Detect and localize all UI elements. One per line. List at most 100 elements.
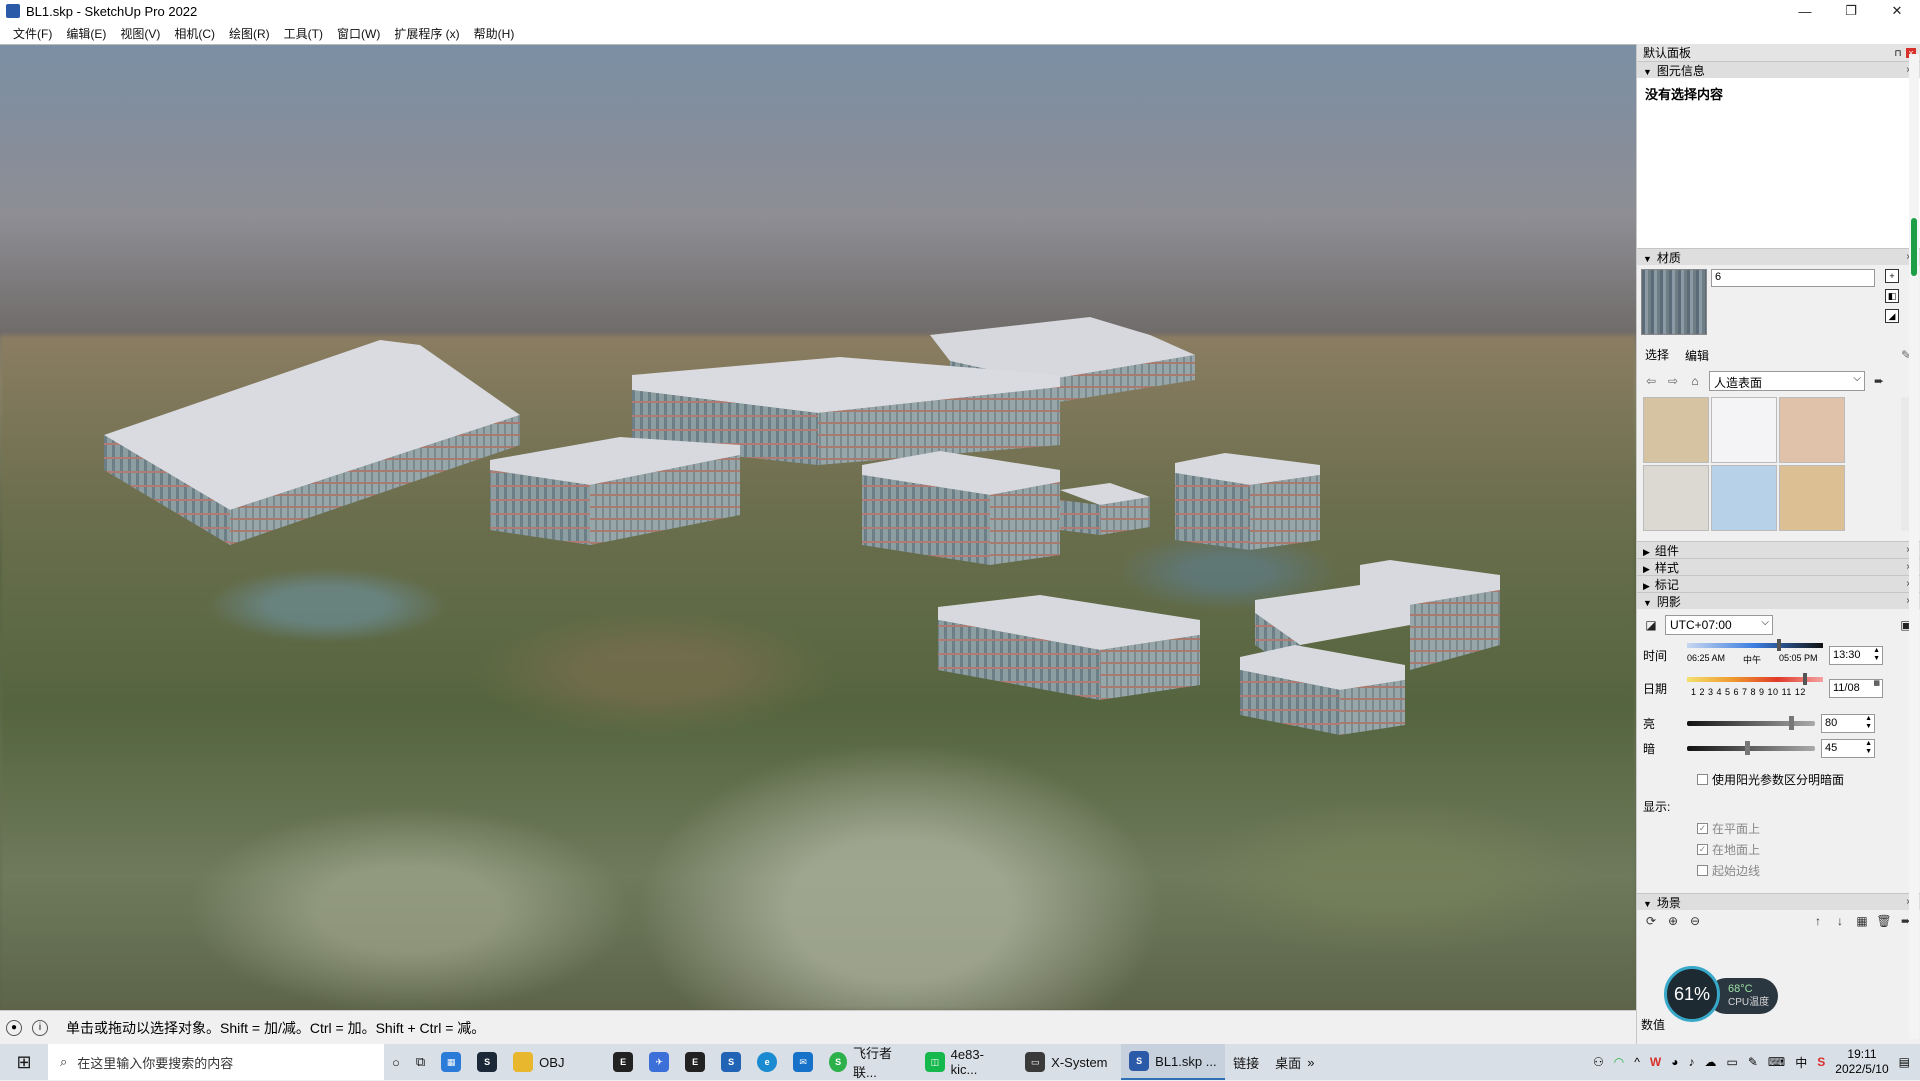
components-header[interactable]: ▶组件 ×	[1637, 541, 1920, 558]
menu-extensions[interactable]: 扩展程序 (x)	[387, 25, 466, 42]
material-swatch[interactable]	[1643, 465, 1709, 531]
material-collection-select[interactable]: 人造表面 ⌵	[1709, 371, 1865, 391]
dark-input[interactable]: 45 ▲ ▼	[1821, 739, 1875, 758]
info-icon[interactable]: i	[32, 1019, 48, 1036]
menu-help[interactable]: 帮助(H)	[467, 25, 522, 42]
chevron-up-icon[interactable]: ^	[1634, 1055, 1640, 1069]
delete-icon[interactable]: 🗑	[1876, 913, 1892, 929]
windows-start-icon[interactable]: ⊞	[0, 1044, 48, 1080]
maximize-button[interactable]: ❐	[1828, 0, 1874, 22]
steam-icon[interactable]: S	[469, 1044, 505, 1080]
calendar-icon[interactable]: ▦	[1873, 680, 1880, 688]
pen-icon[interactable]: ✎	[1748, 1055, 1758, 1069]
minimize-button[interactable]: —	[1782, 0, 1828, 22]
taskbar-app-feixingzhe[interactable]: S 飞行者联...	[821, 1044, 917, 1080]
wps-icon[interactable]: W	[1650, 1055, 1661, 1069]
feather-app-icon[interactable]: ✈	[641, 1044, 677, 1080]
move-down-icon[interactable]: ↓	[1832, 913, 1848, 929]
tray-scroll-thumb[interactable]	[1911, 218, 1917, 276]
volume-icon[interactable]: ♪	[1689, 1055, 1695, 1069]
on-faces-checkbox[interactable]: ✓	[1697, 823, 1708, 834]
menu-file[interactable]: 文件(F)	[6, 25, 59, 42]
block-connector[interactable]	[1060, 483, 1150, 535]
spinner-icon[interactable]: ▲ ▼	[1865, 740, 1872, 756]
shield-app-icon[interactable]: S	[713, 1044, 749, 1080]
materials-header[interactable]: ▼材质 ×	[1637, 248, 1920, 265]
move-up-icon[interactable]: ↑	[1810, 913, 1826, 929]
geo-location-icon[interactable]: ●	[6, 1019, 22, 1036]
dark-slider-thumb[interactable]	[1745, 741, 1750, 755]
epic-games-icon-2[interactable]: E	[677, 1044, 713, 1080]
time-input[interactable]: 13:30 ▲ ▼	[1829, 645, 1883, 665]
material-swatch[interactable]	[1779, 397, 1845, 463]
material-thumbnail[interactable]	[1641, 269, 1707, 335]
create-material-icon[interactable]: +	[1885, 269, 1899, 283]
date-input[interactable]: 11/08 ▦	[1829, 678, 1883, 698]
tray-scrollbar[interactable]	[1909, 54, 1919, 1039]
sample-paint-icon[interactable]: ◢	[1885, 309, 1899, 323]
taskbar-search[interactable]: ⌕ 在这里输入你要搜索的内容	[48, 1044, 384, 1080]
sogou-icon[interactable]: S	[1817, 1055, 1825, 1069]
tab-edit[interactable]: 编辑	[1683, 346, 1711, 365]
forward-arrow-icon[interactable]: ⇨	[1665, 373, 1681, 389]
shadow-toggle-icon[interactable]: ◪	[1643, 617, 1659, 633]
light-slider[interactable]	[1687, 716, 1815, 730]
time-slider-thumb[interactable]	[1777, 639, 1781, 651]
wifi-icon[interactable]: ◠	[1614, 1055, 1624, 1069]
ime-indicator[interactable]: 中	[1795, 1054, 1807, 1071]
spinner-icon[interactable]: ▲ ▼	[1865, 715, 1872, 731]
light-slider-thumb[interactable]	[1789, 716, 1794, 730]
details-arrow-icon[interactable]: ➨	[1871, 373, 1887, 389]
block-center[interactable]	[862, 451, 1060, 565]
menu-camera[interactable]: 相机(C)	[167, 25, 222, 42]
notification-icon[interactable]: ▤	[1899, 1055, 1910, 1069]
keyboard-icon[interactable]: ⌨	[1768, 1055, 1785, 1069]
on-ground-checkbox[interactable]: ✓	[1697, 844, 1708, 855]
menu-window[interactable]: 窗口(W)	[330, 25, 387, 42]
store-icon[interactable]: ▦	[433, 1044, 469, 1080]
block-right[interactable]	[1175, 453, 1320, 550]
quick-link-desktop[interactable]: 桌面 »	[1267, 1044, 1322, 1080]
refresh-icon[interactable]: ⟳	[1643, 913, 1659, 929]
cloud-icon[interactable]: ☁	[1705, 1055, 1717, 1069]
remove-scene-icon[interactable]: ⊖	[1687, 913, 1703, 929]
entity-info-header[interactable]: ▼图元信息 ×	[1637, 61, 1920, 78]
add-scene-icon[interactable]: ⊕	[1665, 913, 1681, 929]
default-paint-icon[interactable]: ◧	[1885, 289, 1899, 303]
system-clock[interactable]: 19:11 2022/5/10	[1835, 1047, 1888, 1077]
menu-draw[interactable]: 绘图(R)	[222, 25, 277, 42]
taskbar-app-sketchup[interactable]: S BL1.skp ...	[1121, 1044, 1226, 1080]
view-options-icon[interactable]: ▦	[1854, 913, 1870, 929]
taskbar-app-xsystem[interactable]: ▭ X-System	[1017, 1044, 1121, 1080]
from-edges-checkbox[interactable]	[1697, 865, 1708, 876]
material-swatch[interactable]	[1711, 397, 1777, 463]
material-swatch[interactable]	[1643, 397, 1709, 463]
edge-browser-icon[interactable]: e	[749, 1044, 785, 1080]
scenes-header[interactable]: ▼场景 ×	[1637, 893, 1920, 910]
mail-icon[interactable]: ✉	[785, 1044, 821, 1080]
timezone-select[interactable]: UTC+07:00 ⌵	[1665, 615, 1773, 635]
app-tray-icon[interactable]: ◕	[1671, 1055, 1678, 1069]
block-lower-right[interactable]	[1240, 645, 1405, 735]
task-view-icon[interactable]: ⧉	[408, 1044, 433, 1080]
home-icon[interactable]: ⌂	[1687, 373, 1703, 389]
shadows-header[interactable]: ▼阴影 ×	[1637, 592, 1920, 609]
back-arrow-icon[interactable]: ⇦	[1643, 373, 1659, 389]
network-icon[interactable]: ▭	[1727, 1055, 1738, 1069]
use-sun-checkbox[interactable]	[1697, 774, 1708, 785]
menu-edit[interactable]: 编辑(E)	[59, 25, 113, 42]
dark-slider[interactable]	[1687, 741, 1815, 755]
taskbar-app-4e83[interactable]: ◫ 4e83-kic...	[917, 1044, 1017, 1080]
time-slider[interactable]	[1687, 643, 1823, 648]
taskbar-app-obj[interactable]: OBJ	[505, 1044, 605, 1080]
tab-select[interactable]: 选择	[1643, 345, 1671, 365]
model-viewport[interactable]	[0, 44, 1636, 1010]
spinner-icon[interactable]: ▲ ▼	[1873, 647, 1880, 663]
menu-view[interactable]: 视图(V)	[113, 25, 167, 42]
close-button[interactable]: ✕	[1874, 0, 1920, 22]
light-input[interactable]: 80 ▲ ▼	[1821, 714, 1875, 733]
cortana-icon[interactable]: ○	[384, 1044, 408, 1080]
material-name-field[interactable]: 6	[1711, 269, 1875, 287]
menu-tools[interactable]: 工具(T)	[277, 25, 330, 42]
material-swatch[interactable]	[1779, 465, 1845, 531]
